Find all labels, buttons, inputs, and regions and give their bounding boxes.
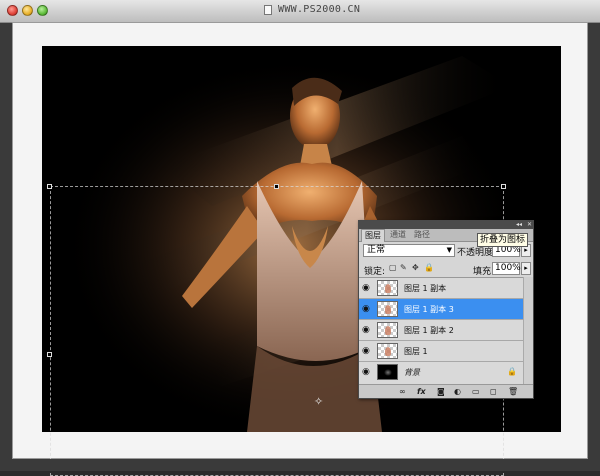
title-bar: WWW.PS2000.CN [0,0,600,23]
lock-move-icon[interactable]: ✥ [412,264,420,272]
trash-icon[interactable]: 🗑 [508,387,518,396]
eye-icon[interactable]: ◉ [362,346,372,356]
new-layer-icon[interactable]: ◻ [490,387,497,396]
tooltip: 折叠为图标 [477,233,529,247]
layer-thumbnail [377,280,398,296]
zoom-button[interactable] [37,5,48,16]
eye-icon[interactable]: ◉ [362,304,372,314]
lock-label: 锁定: [364,267,386,277]
fill-label: 填充: [473,267,495,277]
bottom-frame [0,459,600,471]
panel-header-bar: ◂◂ ✕ [359,221,533,229]
lock-icon: 🔒 [507,367,517,376]
layer-thumbnail [377,322,398,338]
layer-list: ◉ 图层 1 副本 ◉ 图层 1 副本 3 ◉ 图层 1 副本 2 ◉ 图层 1… [359,277,523,385]
transform-pivot-icon[interactable]: ✧ [314,396,323,407]
folder-icon[interactable]: ▭ [472,387,480,396]
blend-mode-select[interactable]: 正常 ▼ [363,244,455,257]
chevron-down-icon: ▼ [446,246,452,254]
fill-input[interactable]: 100% [492,262,521,275]
layer-thumbnail [377,301,398,317]
layer-name: 背景 [404,368,420,377]
eye-icon[interactable]: ◉ [362,325,372,335]
fx-icon[interactable]: fx [417,387,426,396]
transform-handle[interactable] [274,184,279,189]
layer-thumbnail [377,343,398,359]
tab-channels[interactable]: 通道 [387,229,409,241]
layer-thumbnail [377,364,398,380]
mask-icon[interactable]: ◙ [437,387,445,396]
eye-icon[interactable]: ◉ [362,283,372,293]
layers-panel-footer: ∞ fx ◙ ◐ ▭ ◻ 🗑 [359,384,533,398]
layer-row-selected[interactable]: ◉ 图层 1 副本 3 [359,299,523,320]
transform-handle[interactable] [501,184,506,189]
link-icon[interactable]: ∞ [399,387,406,396]
layer-row-background[interactable]: ◉ 背景 🔒 [359,362,523,385]
minimize-button[interactable] [22,5,33,16]
collapse-icon[interactable]: ◂◂ [516,221,522,228]
lock-transparent-icon[interactable]: ▢ [389,264,397,272]
transform-handle[interactable] [47,184,52,189]
layer-row[interactable]: ◉ 图层 1 副本 2 [359,320,523,341]
layer-name: 图层 1 副本 3 [404,305,454,314]
transform-handle[interactable] [47,352,52,357]
layer-name: 图层 1 副本 2 [404,326,454,335]
layer-row[interactable]: ◉ 图层 1 副本 [359,278,523,299]
layer-row[interactable]: ◉ 图层 1 [359,341,523,362]
layer-list-scrollbar[interactable] [523,277,533,384]
eye-icon[interactable]: ◉ [362,367,372,377]
tab-paths[interactable]: 路径 [411,229,433,241]
photoshop-window: WWW.PS2000.CN ✧ ◂◂ ✕ 图层 通道 路径 正常 ▼ 不透明度:… [0,0,600,476]
close-button[interactable] [7,5,18,16]
layer-name: 图层 1 副本 [404,284,447,293]
layer-name: 图层 1 [404,347,428,356]
lock-brush-icon[interactable]: ✎ [400,264,408,272]
tab-layers[interactable]: 图层 [361,229,385,242]
document-icon [264,5,272,15]
blend-mode-value: 正常 [367,245,386,255]
adjustment-icon[interactable]: ◐ [454,387,461,396]
close-panel-icon[interactable]: ✕ [527,221,532,228]
window-title: WWW.PS2000.CN [278,4,361,15]
lock-all-icon[interactable]: 🔒 [424,264,434,272]
fill-slider-button[interactable]: ▸ [521,262,531,275]
